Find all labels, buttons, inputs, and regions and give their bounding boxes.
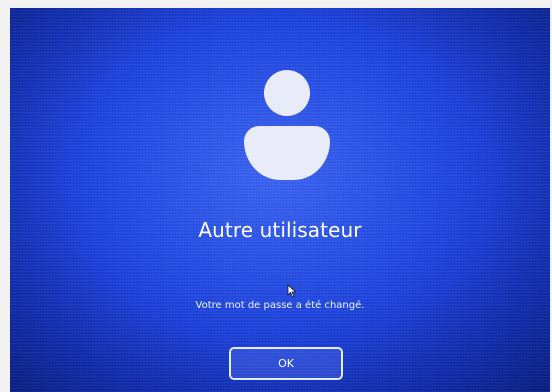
ok-button[interactable]: OK <box>229 347 343 380</box>
screen-texture <box>10 8 550 392</box>
username-label: Autre utilisateur <box>198 218 362 242</box>
lock-screen: Autre utilisateur Votre mot de passe a é… <box>10 8 550 392</box>
status-message: Votre mot de passe a été changé. <box>195 300 365 311</box>
avatar-body <box>244 126 330 180</box>
photo-frame: Autre utilisateur Votre mot de passe a é… <box>0 0 552 392</box>
screen-vignette <box>10 8 550 392</box>
avatar-head <box>264 70 310 116</box>
mouse-cursor-icon <box>287 284 297 298</box>
user-icon <box>232 70 342 182</box>
ok-button-label: OK <box>278 357 294 370</box>
